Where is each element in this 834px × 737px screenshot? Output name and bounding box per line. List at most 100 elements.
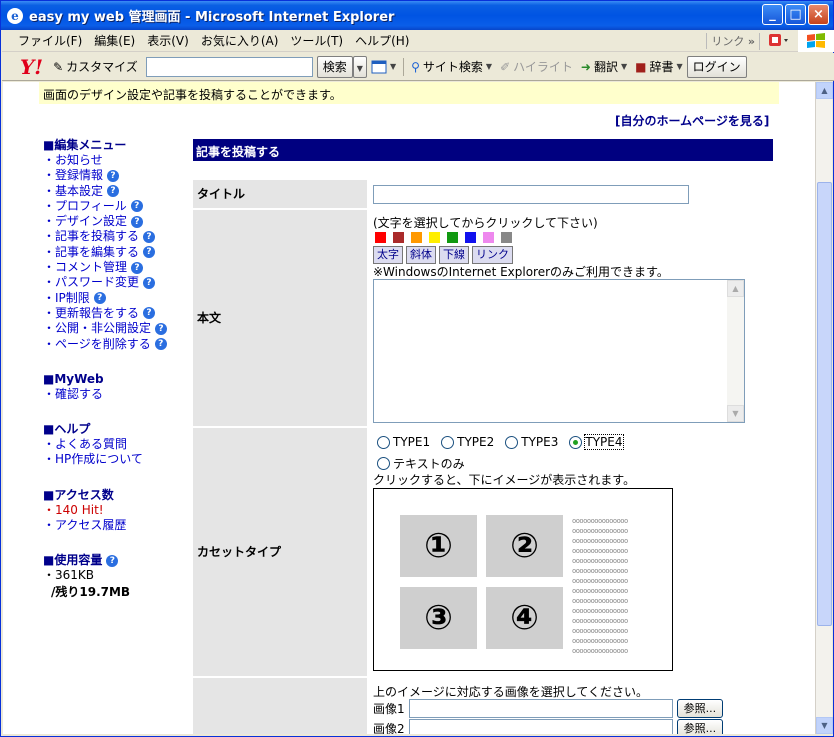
search-button[interactable]: 検索 [316, 55, 353, 78]
dropdown-arrow-icon: ▼ [356, 63, 363, 73]
page-scrollbar[interactable]: ▲ ▼ [815, 82, 833, 734]
bold-button[interactable]: 太字 [373, 246, 403, 264]
sidebar-item-ip-restriction[interactable]: ・IP制限? [43, 291, 193, 306]
text-only-label[interactable]: テキストのみ [393, 455, 465, 472]
image1-browse-button[interactable]: 参照... [676, 699, 724, 718]
color-swatch[interactable] [465, 232, 476, 243]
toolbar-search-input[interactable] [145, 56, 313, 77]
help-icon[interactable]: ? [106, 554, 119, 567]
type2-radio[interactable] [441, 435, 455, 449]
scroll-down-icon[interactable]: ▼ [816, 717, 833, 734]
ie-note: ※WindowsのInternet Explorerのみご利用できます。 [373, 265, 669, 279]
color-swatch[interactable] [447, 232, 458, 243]
toolbar-extension-icon[interactable] [759, 32, 798, 50]
sidebar-item-faq[interactable]: ・よくある質問 [43, 437, 193, 452]
color-swatch[interactable] [501, 232, 512, 243]
format-buttons: 太字 斜体 下線 リンク [373, 246, 513, 264]
image2-file-input[interactable] [408, 719, 673, 734]
highlight-button[interactable]: ✐ ハイライト [496, 58, 577, 75]
type2-label[interactable]: TYPE2 [457, 435, 494, 449]
body-textarea[interactable]: ▲ ▼ [373, 279, 745, 423]
menu-edit[interactable]: 編集(E) [88, 32, 141, 49]
color-swatch[interactable] [411, 232, 422, 243]
sidebar-item-hp-guide[interactable]: ・HP作成について [43, 452, 193, 467]
links-toolbar[interactable]: リンク » [706, 33, 759, 49]
links-label: リンク [711, 35, 745, 48]
sidebar-item-post-article[interactable]: ・記事を投稿する? [43, 229, 193, 244]
link-button[interactable]: リンク [472, 246, 513, 264]
sidebar-item-registration[interactable]: ・登録情報? [43, 168, 193, 183]
title-bar[interactable]: e easy my web 管理画面 - Microsoft Internet … [1, 1, 833, 30]
help-icon[interactable]: ? [143, 276, 156, 289]
sidebar-item-edit-article[interactable]: ・記事を編集する? [43, 245, 193, 260]
sidebar-item-password[interactable]: ・パスワード変更? [43, 275, 193, 290]
sidebar-item-label: ・更新報告をする [43, 305, 140, 320]
sidebar-item-visibility[interactable]: ・公開・非公開設定? [43, 321, 193, 336]
help-icon[interactable]: ? [93, 292, 106, 305]
sidebar-item-update-report[interactable]: ・更新報告をする? [43, 306, 193, 321]
preview-box-4: ④ [486, 587, 563, 649]
color-swatch[interactable] [375, 232, 386, 243]
sidebar-item-delete-page[interactable]: ・ページを削除する? [43, 337, 193, 352]
image1-row: 画像1 参照... [373, 699, 724, 718]
scroll-thumb[interactable] [817, 182, 832, 626]
translate-button[interactable]: ➜ 翻訳 ▼ [577, 58, 631, 75]
help-icon[interactable]: ? [143, 246, 156, 259]
menu-favorites[interactable]: お気に入り(A) [195, 32, 285, 49]
layout-button[interactable]: ▼ [367, 60, 400, 74]
type3-label[interactable]: TYPE3 [521, 435, 558, 449]
minimize-button[interactable]: _ [762, 4, 783, 25]
image2-browse-button[interactable]: 参照... [676, 719, 724, 734]
sidebar-item-news[interactable]: ・お知らせ [43, 153, 193, 168]
help-icon[interactable]: ? [107, 185, 120, 198]
sidebar-item-label: ・コメント管理 [43, 260, 128, 275]
login-button[interactable]: ログイン [686, 55, 747, 78]
type4-label[interactable]: TYPE4 [584, 434, 624, 450]
help-icon[interactable]: ? [107, 169, 120, 182]
home-page-link[interactable]: [自分のホームページを見る] [615, 112, 769, 129]
chevron-icon: » [747, 35, 755, 48]
color-swatch[interactable] [393, 232, 404, 243]
scroll-down-icon[interactable]: ▼ [727, 405, 744, 422]
menu-help[interactable]: ヘルプ(H) [349, 32, 415, 49]
help-icon[interactable]: ? [130, 200, 143, 213]
site-search-button[interactable]: ⚲ サイト検索 ▼ [407, 58, 496, 75]
dictionary-button[interactable]: ■ 辞書 ▼ [631, 58, 687, 75]
help-icon[interactable]: ? [143, 307, 156, 320]
search-dropdown[interactable]: ▼ [352, 55, 367, 78]
help-icon[interactable]: ? [131, 215, 144, 228]
sidebar-item-access-history[interactable]: ・アクセス履歴 [43, 518, 193, 533]
underline-button[interactable]: 下線 [439, 246, 469, 264]
menu-file[interactable]: ファイル(F) [2, 32, 88, 49]
scroll-up-icon[interactable]: ▲ [816, 82, 833, 99]
help-icon[interactable]: ? [131, 261, 144, 274]
help-icon[interactable]: ? [143, 230, 156, 243]
menu-tools[interactable]: ツール(T) [284, 32, 349, 49]
color-swatch[interactable] [429, 232, 440, 243]
color-swatch[interactable] [483, 232, 494, 243]
yahoo-toolbar: Y! ✎ カスタマイズ 検索 ▼ ▼ ⚲ サイト検索 ▼ ✐ ハイライト ➜ 翻… [2, 53, 834, 81]
type1-label[interactable]: TYPE1 [393, 435, 430, 449]
maximize-button[interactable]: □ [785, 4, 806, 25]
textarea-scrollbar[interactable]: ▲ ▼ [727, 280, 744, 422]
help-icon[interactable]: ? [155, 322, 168, 335]
highlighter-icon: ✐ [500, 59, 511, 74]
type3-radio[interactable] [505, 435, 519, 449]
text-only-radio[interactable] [377, 457, 390, 470]
close-button[interactable]: × [808, 4, 829, 25]
help-icon[interactable]: ? [154, 338, 167, 351]
menu-view[interactable]: 表示(V) [141, 32, 195, 49]
sidebar-item-design[interactable]: ・デザイン設定? [43, 214, 193, 229]
sidebar-item-confirm[interactable]: ・確認する [43, 387, 193, 402]
sidebar-item-comments[interactable]: ・コメント管理? [43, 260, 193, 275]
title-input[interactable] [373, 185, 689, 204]
italic-button[interactable]: 斜体 [406, 246, 436, 264]
sidebar-item-basic-settings[interactable]: ・基本設定? [43, 184, 193, 199]
customize-button[interactable]: ✎ カスタマイズ [49, 58, 142, 75]
image1-file-input[interactable] [408, 699, 673, 718]
scroll-up-icon[interactable]: ▲ [727, 280, 744, 297]
sidebar-item-profile[interactable]: ・プロフィール? [43, 199, 193, 214]
type4-radio[interactable] [569, 435, 583, 449]
yahoo-logo[interactable]: Y! [2, 55, 49, 79]
type1-radio[interactable] [377, 435, 390, 449]
